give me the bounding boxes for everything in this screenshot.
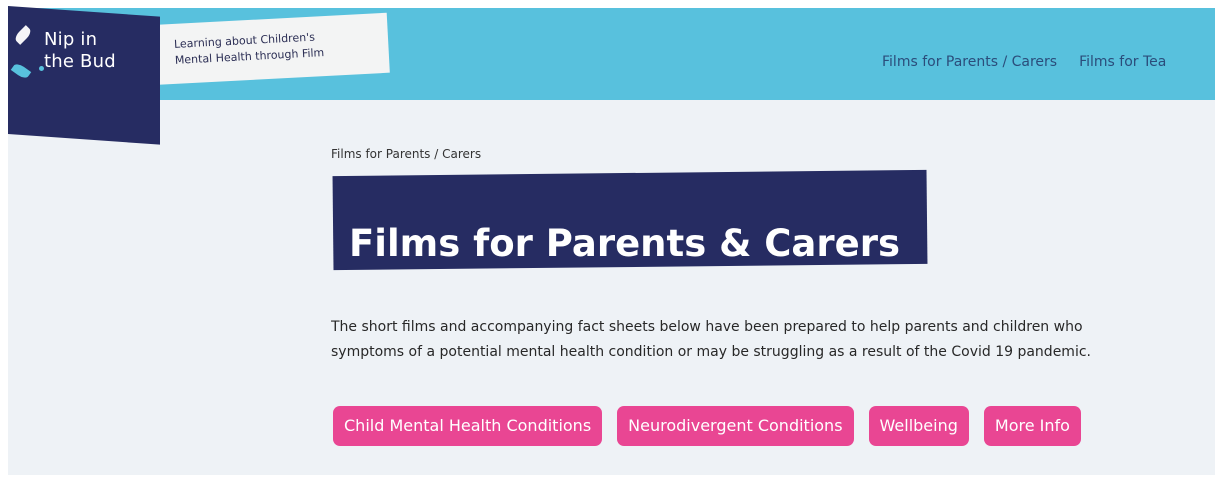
logo-name: Nip in the Bud	[44, 29, 116, 72]
breadcrumb: Films for Parents / Carers	[331, 147, 482, 161]
leaf-icon	[10, 61, 32, 81]
more-info-button[interactable]: More Info	[983, 406, 1081, 446]
tagline-card: Learning about Children's Mental Health …	[153, 12, 390, 85]
page-title: Films for Parents & Carers	[349, 221, 900, 265]
nav-films-parents-carers[interactable]: Films for Parents / Carers	[882, 54, 1057, 70]
site-logo[interactable]: Nip in the Bud	[8, 6, 160, 116]
leaf-icon	[13, 25, 33, 45]
category-buttons: Child Mental Health Conditions Neurodive…	[333, 406, 1081, 446]
site-tagline: Learning about Children's Mental Health …	[173, 30, 325, 67]
page-description: The short films and accompanying fact sh…	[331, 319, 1091, 360]
wellbeing-button[interactable]: Wellbeing	[868, 406, 969, 446]
neurodivergent-conditions-button[interactable]: Neurodivergent Conditions	[617, 406, 854, 446]
page: Films for Parents / Carers Films for Tea…	[0, 0, 1215, 482]
child-mental-health-conditions-button[interactable]: Child Mental Health Conditions	[333, 406, 603, 446]
main-navigation: Films for Parents / Carers Films for Tea	[882, 54, 1166, 70]
nav-films-teachers[interactable]: Films for Tea	[1079, 54, 1166, 70]
